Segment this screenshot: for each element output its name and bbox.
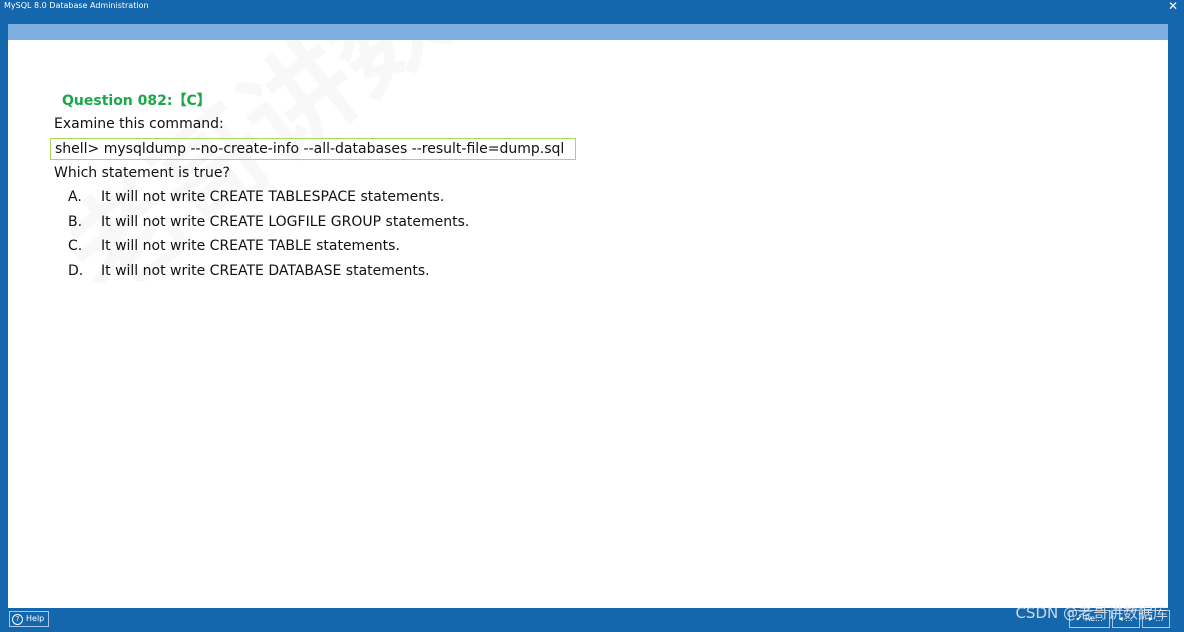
command-box: shell> mysqldump --no-create-info --all-… [50, 138, 576, 160]
close-icon[interactable]: ✕ [1166, 0, 1180, 12]
header-strip [8, 24, 1168, 40]
app-window: MySQL 8.0 Database Administration ✕ 老哥讲数… [0, 0, 1184, 632]
help-label: Help [26, 614, 45, 623]
watermark-text: 老哥讲数据库 [44, 40, 643, 322]
option-letter: C. [68, 238, 83, 254]
option-letter: A. [68, 189, 82, 205]
help-button[interactable]: ? Help [9, 611, 50, 627]
question-panel: 老哥讲数据库 Question 082:【C】 Examine this com… [8, 40, 1168, 608]
question-intro: Examine this command: [54, 116, 224, 132]
question-prompt: Which statement is true? [54, 165, 230, 181]
help-icon: ? [12, 613, 23, 625]
status-bar: ? Help ✔ Re... ◂ ... ▸ ... [0, 608, 1184, 632]
title-bar: MySQL 8.0 Database Administration ✕ [0, 0, 1184, 24]
option-c[interactable]: C. It will not write CREATE TABLE stateme… [68, 238, 400, 254]
option-d[interactable]: D. It will not write CREATE DATABASE stat… [68, 263, 430, 279]
csdn-watermark: CSDN @老哥讲数据库 [1015, 604, 1168, 622]
option-text: It will not write CREATE TABLE statement… [101, 238, 400, 254]
option-text: It will not write CREATE LOGFILE GROUP s… [101, 214, 470, 230]
option-letter: B. [68, 214, 83, 230]
question-title: Question 082:【C】 [62, 93, 211, 109]
option-b[interactable]: B. It will not write CREATE LOGFILE GROUP… [68, 214, 469, 230]
option-text: It will not write CREATE DATABASE statem… [101, 263, 430, 279]
option-a[interactable]: A. It will not write CREATE TABLESPACE st… [68, 189, 444, 205]
command-text: shell> mysqldump --no-create-info --all-… [55, 141, 565, 157]
option-text: It will not write CREATE TABLESPACE stat… [101, 189, 445, 205]
option-letter: D. [68, 263, 84, 279]
window-title: MySQL 8.0 Database Administration [4, 1, 149, 10]
